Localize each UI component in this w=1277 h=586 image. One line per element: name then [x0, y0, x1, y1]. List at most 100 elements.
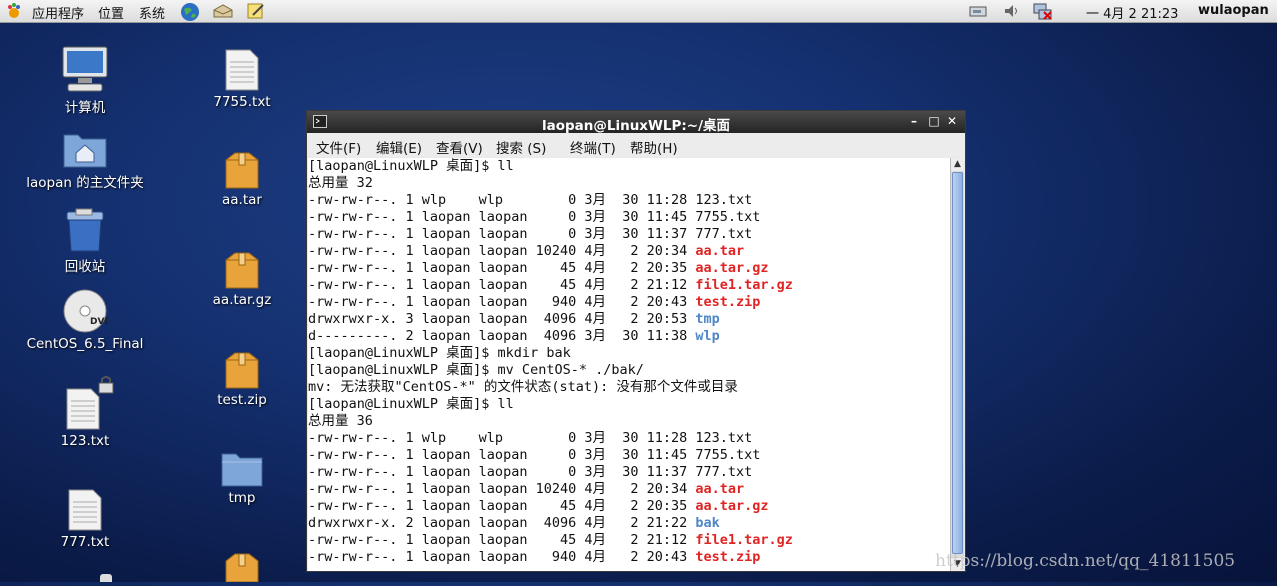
terminal-line: -rw-rw-r--. 1 laopan laopan 940 4月 2 20:…	[308, 549, 950, 566]
scroll-up-arrow-icon[interactable]: ▲	[951, 158, 964, 171]
network-icon[interactable]	[968, 2, 988, 20]
menu-places[interactable]: 位置	[98, 3, 124, 22]
desktop-icon-123-txt[interactable]: 123.txt	[25, 375, 145, 449]
clock[interactable]: 一 4月 2 21:23	[1086, 3, 1178, 22]
close-button[interactable]: ✕	[945, 114, 959, 128]
terminal-filename: aa.tar.gz	[695, 498, 769, 514]
terminal-filename: aa.tar	[695, 481, 745, 497]
menu-applications[interactable]: 应用程序	[32, 3, 84, 22]
trash-icon	[25, 207, 145, 253]
watermark: https://blog.csdn.net/qq_41811505	[935, 551, 1236, 571]
terminal-window[interactable]: laopan@LinuxWLP:~/桌面 – □ ✕ 文件(F) 编辑(E) 查…	[306, 110, 966, 572]
window-title: laopan@LinuxWLP:~/桌面	[541, 118, 731, 134]
desktop-icon-777-txt[interactable]: 777.txt	[25, 488, 145, 550]
desktop-icon-label: aa.tar.gz	[212, 292, 272, 308]
desktop-icon-trash[interactable]: 回收站	[25, 207, 145, 275]
terminal-line: 总用量 36	[308, 413, 950, 430]
top-panel: 应用程序 位置 系统 一 4月 2 21:23 wulaopan	[0, 0, 1277, 23]
desktop-icon-tmp[interactable]: tmp	[182, 450, 302, 506]
terminal-output[interactable]: [laopan@LinuxWLP 桌面]$ ll 总用量 32 -rw-rw-r--…	[308, 158, 950, 571]
menu-view[interactable]: 查看(V)	[436, 137, 483, 157]
terminal-line: -rw-rw-r--. 1 laopan laopan 0 3月 30 11:4…	[308, 447, 950, 464]
desktop-icon-label: 777.txt	[60, 534, 110, 550]
terminal-line: drwxrwxr-x. 2 laopan laopan 4096 4月 2 21…	[308, 515, 950, 532]
desktop-icon-computer[interactable]: 计算机	[25, 44, 145, 116]
terminal-line: 总用量 32	[308, 175, 950, 192]
folder-icon	[182, 450, 302, 488]
desktop-icon-dvd[interactable]: DVD CentOS_6.5_Final	[25, 288, 145, 352]
desktop-icon-aa-tar-gz[interactable]: aa.tar.gz	[182, 250, 302, 308]
lock-icon	[100, 574, 112, 582]
terminal-line: -rw-rw-r--. 1 laopan laopan 0 3月 30 11:3…	[308, 464, 950, 481]
terminal-line: -rw-rw-r--. 1 laopan laopan 45 4月 2 20:3…	[308, 498, 950, 515]
terminal-line-text: [laopan@LinuxWLP 桌面]$ mv CentOS-* ./bak/	[308, 362, 644, 378]
terminal-line-text: -rw-rw-r--. 1 laopan laopan 940 4月 2 20:…	[308, 294, 696, 310]
terminal-filename: 777.txt	[695, 464, 753, 480]
terminal-line-text: -rw-rw-r--. 1 laopan laopan 45 4月 2 20:3…	[308, 260, 696, 276]
text-file-icon	[25, 488, 145, 532]
terminal-line-text: [laopan@LinuxWLP 桌面]$ mkdir bak	[308, 345, 571, 361]
desktop-icon-test-zip[interactable]: test.zip	[182, 350, 302, 408]
desktop-icon-label: CentOS_6.5_Final	[26, 336, 144, 352]
terminal-line: -rw-rw-r--. 1 laopan laopan 10240 4月 2 2…	[308, 481, 950, 498]
scrollbar-thumb[interactable]	[952, 172, 963, 554]
terminal-filename: 123.txt	[695, 430, 753, 446]
mail-icon[interactable]	[212, 2, 233, 20]
terminal-menubar: 文件(F) 编辑(E) 查看(V) 搜索 (S) 终端(T) 帮助(H)	[307, 133, 965, 157]
terminal-line-text: -rw-rw-r--. 1 wlp wlp 0 3月 30 11:28	[308, 430, 696, 446]
gnome-foot-icon[interactable]	[4, 2, 24, 20]
menu-edit[interactable]: 编辑(E)	[376, 137, 422, 157]
menu-help[interactable]: 帮助(H)	[630, 137, 678, 157]
terminal-filename: aa.tar	[695, 243, 745, 259]
terminal-line: -rw-rw-r--. 1 laopan laopan 45 4月 2 21:1…	[308, 532, 950, 549]
maximize-button[interactable]: □	[927, 114, 941, 128]
terminal-line: -rw-rw-r--. 1 laopan laopan 0 3月 30 11:4…	[308, 209, 950, 226]
browser-globe-icon[interactable]	[180, 2, 200, 21]
terminal-line: [laopan@LinuxWLP 桌面]$ mv CentOS-* ./bak/	[308, 362, 950, 379]
terminal-line: -rw-rw-r--. 1 laopan laopan 0 3月 30 11:3…	[308, 226, 950, 243]
terminal-line-text: -rw-rw-r--. 1 laopan laopan 45 4月 2 21:1…	[308, 532, 696, 548]
archive-icon	[223, 551, 261, 586]
terminal-line-text: -rw-rw-r--. 1 laopan laopan 10240 4月 2 2…	[308, 481, 696, 497]
terminal-line: -rw-rw-r--. 1 wlp wlp 0 3月 30 11:28 123.…	[308, 192, 950, 209]
terminal-line-text: -rw-rw-r--. 1 laopan laopan 940 4月 2 20:…	[308, 549, 696, 565]
notes-editor-icon[interactable]	[246, 2, 266, 20]
terminal-filename: test.zip	[695, 549, 761, 565]
terminal-line-text: [laopan@LinuxWLP 桌面]$ ll	[308, 158, 514, 174]
desktop-icon-home-folder[interactable]: laopan 的主文件夹	[25, 129, 145, 191]
desktop-icon-label: laopan 的主文件夹	[26, 175, 144, 191]
desktop-icon-label: 7755.txt	[213, 94, 271, 110]
vertical-scrollbar[interactable]: ▲ ▼	[950, 158, 964, 571]
menu-search[interactable]: 搜索 (S)	[496, 137, 546, 157]
desktop-icon-7755-txt[interactable]: 7755.txt	[182, 48, 302, 110]
terminal-line-text: [laopan@LinuxWLP 桌面]$ ll	[308, 396, 514, 412]
network-disconnected-icon[interactable]	[1032, 2, 1052, 20]
terminal-line-text: mv: 无法获取"CentOS-*" 的文件状态(stat): 没有那个文件或目…	[308, 379, 738, 395]
minimize-button[interactable]: –	[907, 114, 921, 128]
terminal-filename: bak	[695, 515, 720, 531]
text-file-icon	[182, 48, 302, 92]
menu-system[interactable]: 系统	[139, 3, 165, 22]
archive-icon	[182, 150, 302, 190]
terminal-filename: file1.tar.gz	[695, 532, 793, 548]
terminal-line: [laopan@LinuxWLP 桌面]$ ll	[308, 396, 950, 413]
terminal-line: [laopan@LinuxWLP 桌面]$ mkdir bak	[308, 345, 950, 362]
archive-icon	[182, 250, 302, 290]
terminal-line: -rw-rw-r--. 1 laopan laopan 940 4月 2 20:…	[308, 294, 950, 311]
volume-icon[interactable]	[1002, 2, 1022, 20]
terminal-line-text: -rw-rw-r--. 1 laopan laopan 45 4月 2 21:1…	[308, 277, 696, 293]
desktop-icon-aa-tar[interactable]: aa.tar	[182, 150, 302, 208]
window-titlebar[interactable]: laopan@LinuxWLP:~/桌面 – □ ✕	[307, 111, 965, 134]
terminal-filename: aa.tar.gz	[695, 260, 769, 276]
terminal-line-text: drwxrwxr-x. 2 laopan laopan 4096 4月 2 21…	[308, 515, 696, 531]
desktop-icon-label: test.zip	[217, 392, 267, 408]
user-menu[interactable]: wulaopan	[1198, 3, 1269, 18]
terminal-filename: 7755.txt	[695, 209, 761, 225]
terminal-line: -rw-rw-r--. 1 laopan laopan 10240 4月 2 2…	[308, 243, 950, 260]
terminal-filename: 123.txt	[695, 192, 753, 208]
terminal-filename: test.zip	[695, 294, 761, 310]
dvd-icon: DVD	[25, 288, 145, 334]
menu-file[interactable]: 文件(F)	[316, 137, 361, 157]
terminal-line-text: -rw-rw-r--. 1 laopan laopan 0 3月 30 11:4…	[308, 447, 696, 463]
menu-terminal[interactable]: 终端(T)	[570, 137, 616, 157]
